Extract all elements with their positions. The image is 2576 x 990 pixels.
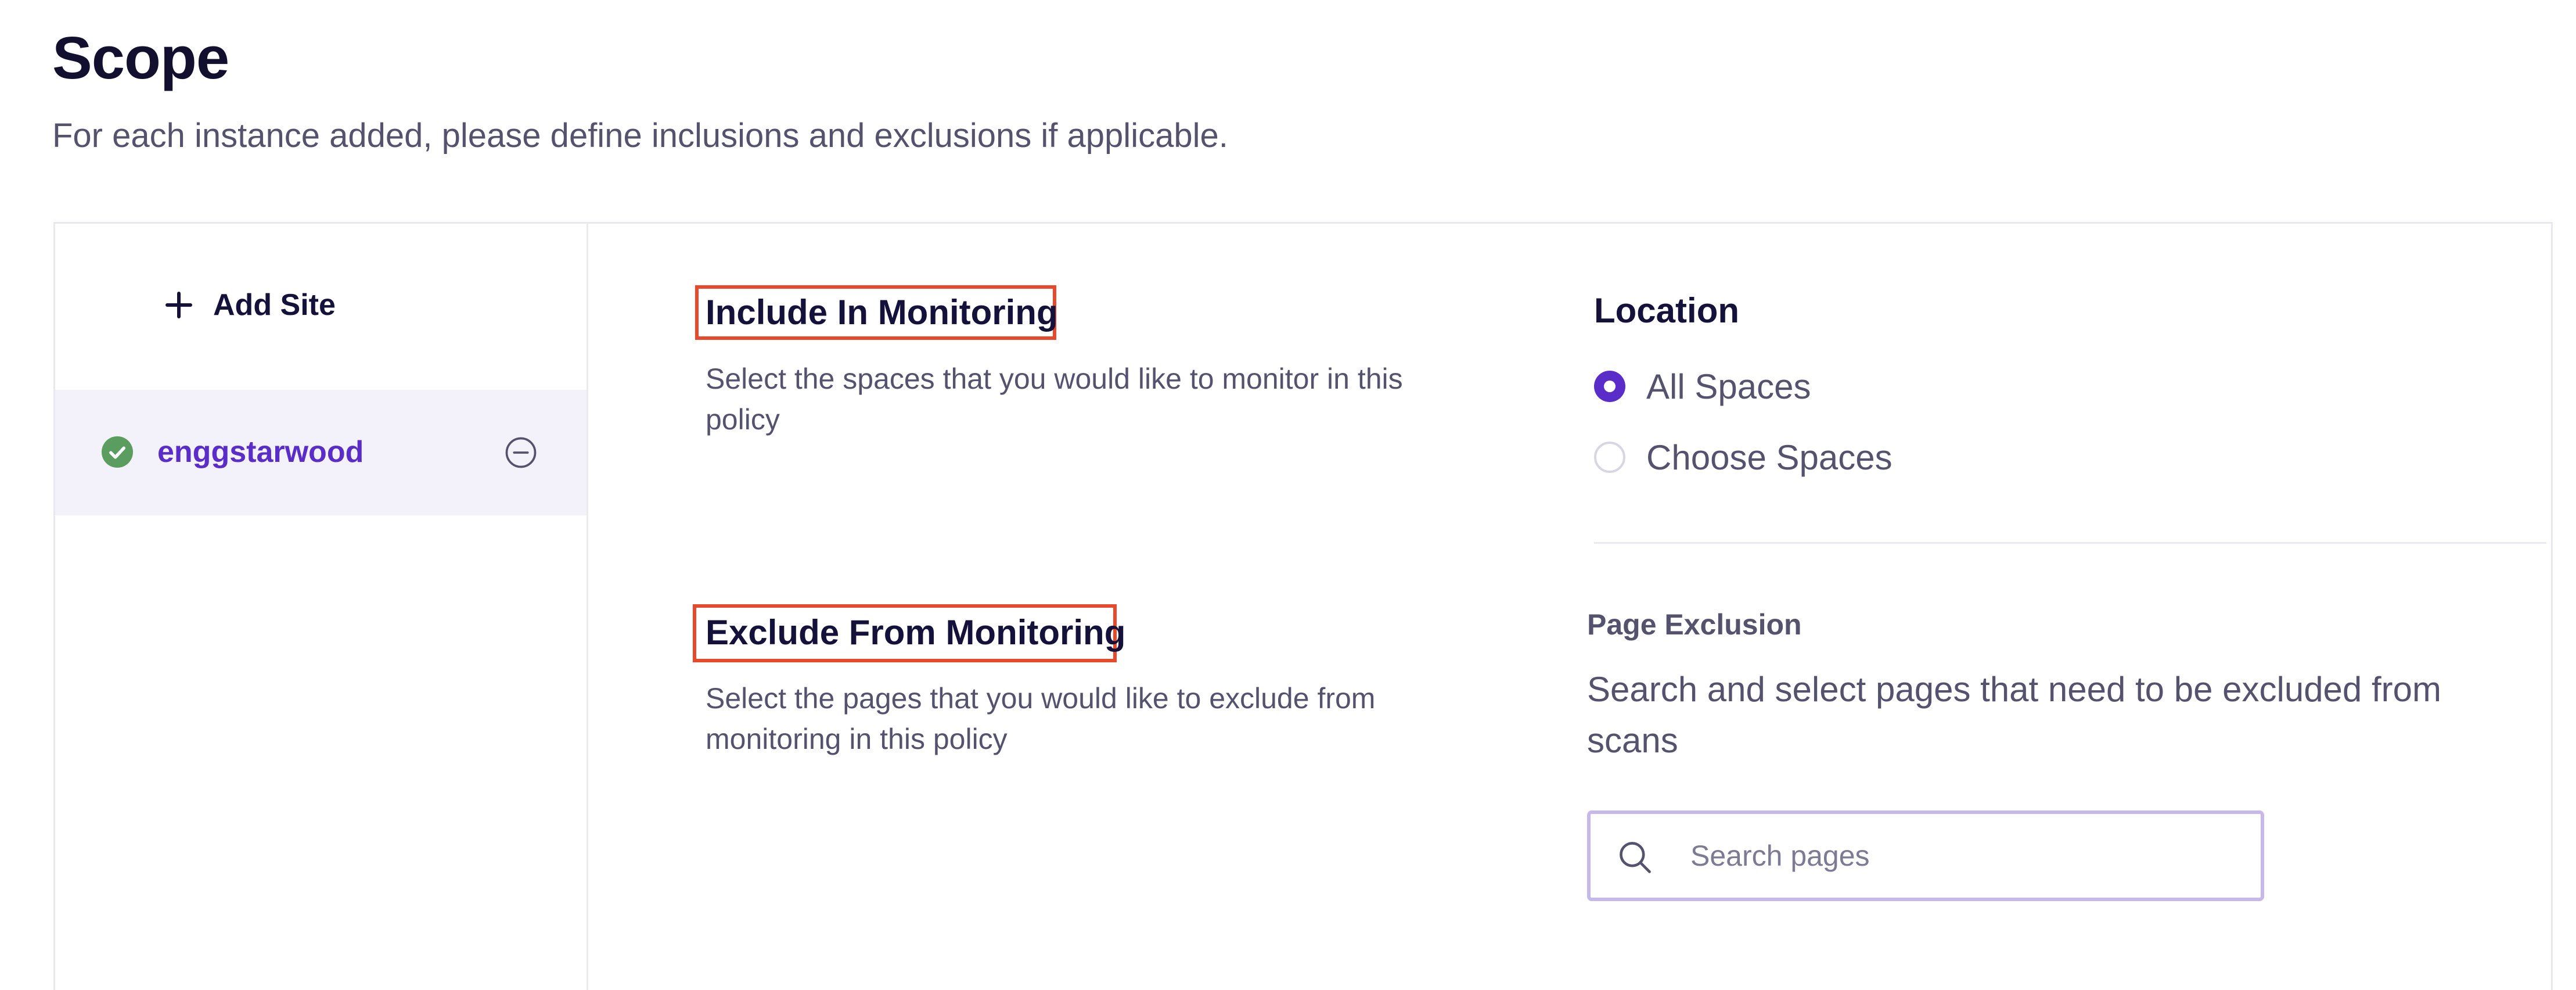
radio-unchecked-icon <box>1594 442 1625 473</box>
page-title: Scope <box>52 24 229 91</box>
site-item-enggstarwood[interactable]: enggstarwood <box>55 390 587 515</box>
radio-label: Choose Spaces <box>1646 437 1893 477</box>
include-title: Include In Monitoring <box>706 293 1058 332</box>
add-site-button[interactable]: Add Site <box>166 282 336 328</box>
search-icon <box>1620 842 1651 873</box>
radio-checked-icon <box>1594 371 1625 402</box>
minus-circle-icon[interactable] <box>505 436 537 469</box>
radio-label: All Spaces <box>1646 367 1811 406</box>
add-site-label: Add Site <box>213 288 336 322</box>
scope-main-panel: Include In Monitoring Select the spaces … <box>588 224 2551 990</box>
search-pages-input[interactable] <box>1690 814 2213 898</box>
sites-sidebar: Add Site enggstarwood <box>55 224 588 990</box>
exclude-description: Select the pages that you would like to … <box>706 682 1376 755</box>
exclude-title: Exclude From Monitoring <box>706 613 1126 652</box>
site-name: enggstarwood <box>157 435 364 469</box>
check-circle-icon <box>102 436 133 468</box>
page-exclusion-description: Search and select pages that need to be … <box>1587 670 2441 760</box>
scope-card: Add Site enggstarwood Include In Monitor… <box>53 222 2553 990</box>
page-subtitle: For each instance added, please define i… <box>52 117 1228 155</box>
radio-all-spaces[interactable]: All Spaces <box>1594 363 1811 410</box>
page-exclusion-title: Page Exclusion <box>1587 608 1802 641</box>
location-title: Location <box>1594 291 1739 330</box>
divider <box>1594 542 2546 544</box>
plus-icon <box>166 292 192 318</box>
radio-choose-spaces[interactable]: Choose Spaces <box>1594 434 1893 480</box>
include-description: Select the spaces that you would like to… <box>706 363 1403 436</box>
search-pages-box[interactable] <box>1587 810 2264 901</box>
